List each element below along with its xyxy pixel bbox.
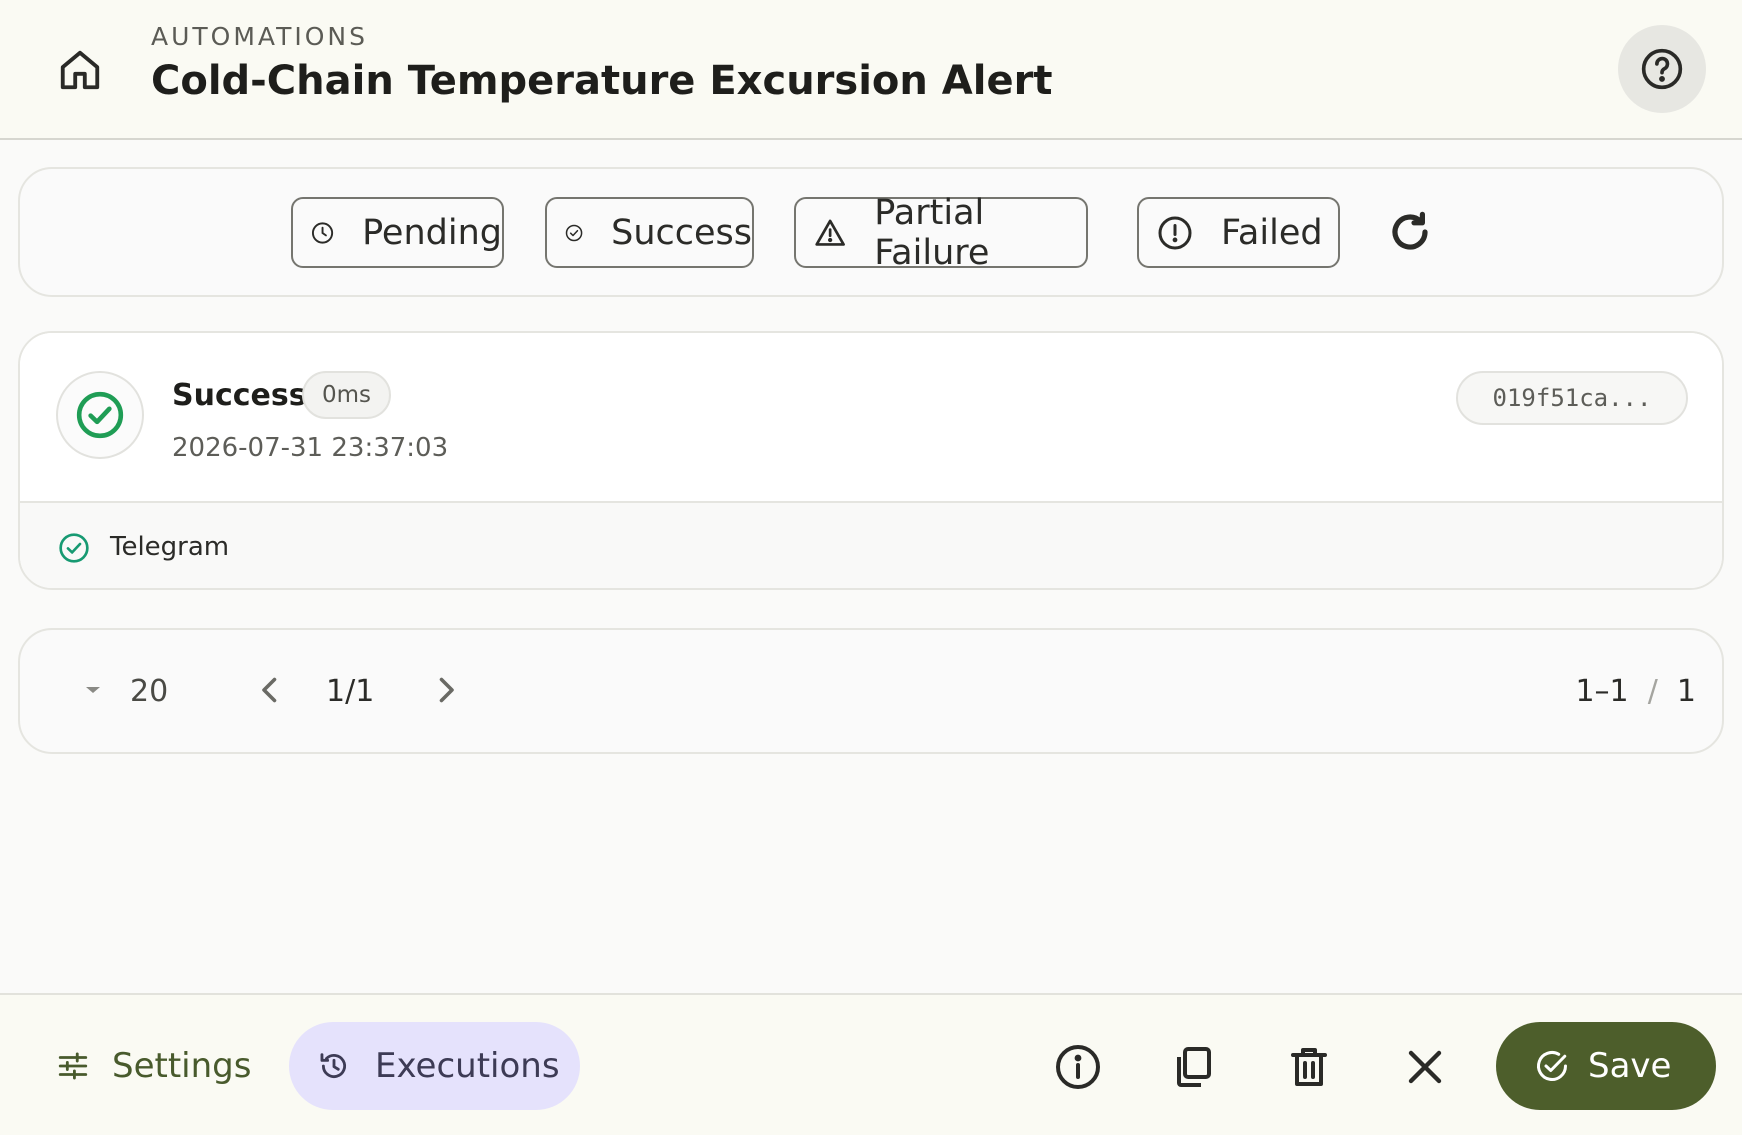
range-separator: /: [1647, 674, 1658, 709]
chevron-right-icon[interactable]: [428, 672, 464, 708]
execution-status: Success: [172, 378, 307, 413]
trash-icon[interactable]: [1285, 1043, 1333, 1091]
tab-settings[interactable]: Settings: [40, 1022, 267, 1110]
filter-chip-label: Success: [611, 212, 752, 253]
save-button-label: Save: [1588, 1046, 1672, 1086]
save-button[interactable]: Save: [1496, 1022, 1716, 1110]
filter-chip-failed[interactable]: Failed: [1137, 197, 1340, 268]
filter-chip-partial-failure[interactable]: Partial Failure: [794, 193, 1088, 273]
page-indicator: 1/1: [326, 674, 375, 709]
pagination: 20 1/1 1–1 / 1: [18, 628, 1724, 754]
history-icon: [320, 1053, 346, 1079]
header: AUTOMATIONS Cold-Chain Temperature Excur…: [0, 0, 1742, 140]
execution-summary: Success 0ms 2026-07-31 23:37:03 019f51ca…: [20, 333, 1722, 501]
alert-circle-icon: [1158, 216, 1192, 249]
status-filter-bar: Pending Success Partial Failure Failed: [18, 167, 1724, 297]
warning-triangle-icon: [815, 219, 845, 246]
filter-chip-pending[interactable]: Pending: [291, 197, 504, 268]
check-circle-icon: [565, 224, 583, 241]
refresh-icon[interactable]: [1386, 208, 1434, 256]
chevron-left-icon[interactable]: [252, 672, 288, 708]
status-indicator: [56, 371, 144, 459]
tab-executions-label: Executions: [375, 1046, 560, 1086]
execution-id-badge[interactable]: 019f51ca...: [1456, 371, 1688, 425]
filter-chip-label: Partial Failure: [874, 192, 990, 273]
check-circle-icon: [1537, 1051, 1567, 1081]
info-icon[interactable]: [1054, 1043, 1102, 1091]
tab-executions[interactable]: Executions: [289, 1022, 580, 1110]
close-icon[interactable]: [1401, 1043, 1449, 1091]
caret-down-icon[interactable]: [84, 684, 102, 696]
filter-chip-label: Failed: [1221, 212, 1323, 253]
help-button[interactable]: [1618, 25, 1706, 113]
filter-chip-label: Pending: [362, 212, 502, 253]
breadcrumb: AUTOMATIONS: [151, 22, 368, 51]
check-circle-icon: [59, 533, 89, 563]
home-icon[interactable]: [57, 47, 103, 93]
page-title: Cold-Chain Temperature Excursion Alert: [151, 58, 1053, 104]
copy-icon[interactable]: [1169, 1043, 1217, 1091]
duration-badge: 0ms: [302, 371, 392, 419]
result-range: 1–1 / 1: [1575, 674, 1696, 709]
bottom-toolbar: Settings Executions Save: [0, 993, 1742, 1135]
help-icon: [1641, 48, 1683, 90]
channel-results: Telegram: [20, 501, 1722, 588]
range-value: 1–1: [1575, 674, 1629, 709]
sliders-icon: [58, 1052, 88, 1080]
execution-card[interactable]: Success 0ms 2026-07-31 23:37:03 019f51ca…: [18, 331, 1724, 590]
range-total: 1: [1676, 674, 1696, 709]
tab-settings-label: Settings: [112, 1046, 252, 1086]
execution-timestamp: 2026-07-31 23:37:03: [172, 433, 449, 463]
channel-label: Telegram: [110, 532, 230, 562]
clock-icon: [311, 221, 334, 244]
page-size-select[interactable]: 20: [130, 674, 168, 709]
check-circle-icon: [76, 391, 124, 439]
filter-chip-success[interactable]: Success: [545, 197, 754, 268]
